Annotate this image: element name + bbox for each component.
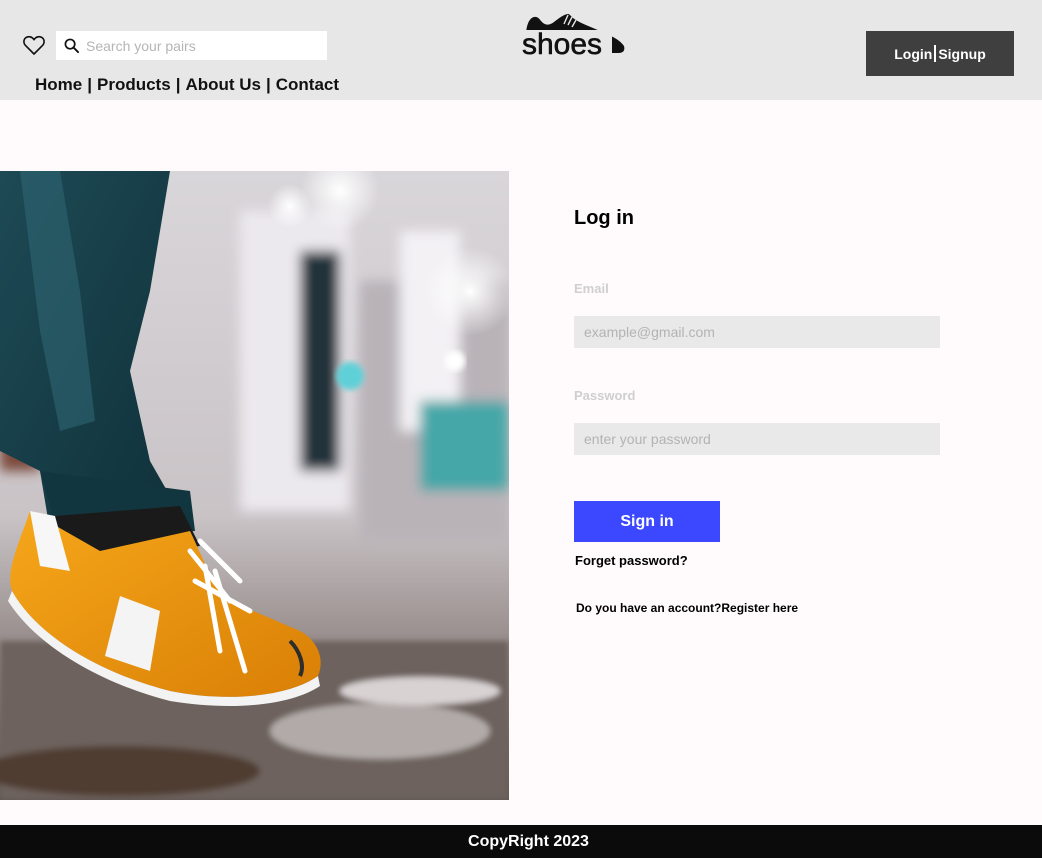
copyright-text: CopyRight 2023 (468, 832, 589, 850)
login-signup-button[interactable]: Login Signup (866, 31, 1014, 76)
nav-separator: | (175, 75, 181, 94)
search-input[interactable] (86, 31, 321, 60)
email-field[interactable] (574, 316, 940, 348)
signup-label: Signup (938, 45, 986, 62)
register-link[interactable]: Register here (721, 601, 798, 615)
heart-icon[interactable] (22, 33, 46, 57)
logo-wordmark: shoes (522, 28, 602, 58)
register-prompt: Do you have an account? (576, 601, 722, 615)
main-nav: Home | Products | About Us | Contact (35, 75, 339, 95)
email-label: Email (574, 281, 609, 296)
auth-divider (934, 45, 937, 62)
password-label: Password (574, 388, 636, 403)
site-header: Home | Products | About Us | Contact sho… (0, 0, 1042, 100)
hero-photo (0, 171, 509, 800)
password-field[interactable] (574, 423, 940, 455)
site-footer: CopyRight 2023 (0, 825, 1042, 858)
search-bar (56, 31, 327, 60)
sign-in-button[interactable]: Sign in (574, 501, 720, 542)
sneakers-photo (0, 171, 509, 800)
forgot-password-link[interactable]: Forget password? (575, 553, 688, 568)
register-row: Do you have an account?Register here (576, 601, 798, 615)
nav-products[interactable]: Products (97, 75, 171, 95)
nav-home[interactable]: Home (35, 75, 82, 95)
shoes-logo[interactable]: shoes (520, 12, 628, 58)
nav-contact[interactable]: Contact (276, 75, 339, 95)
nav-separator: | (87, 75, 92, 94)
nav-about-us[interactable]: About Us (185, 75, 261, 95)
login-label: Login (894, 45, 933, 62)
login-title: Log in (574, 207, 634, 229)
search-icon[interactable] (64, 38, 79, 53)
nav-separator: | (266, 75, 271, 94)
